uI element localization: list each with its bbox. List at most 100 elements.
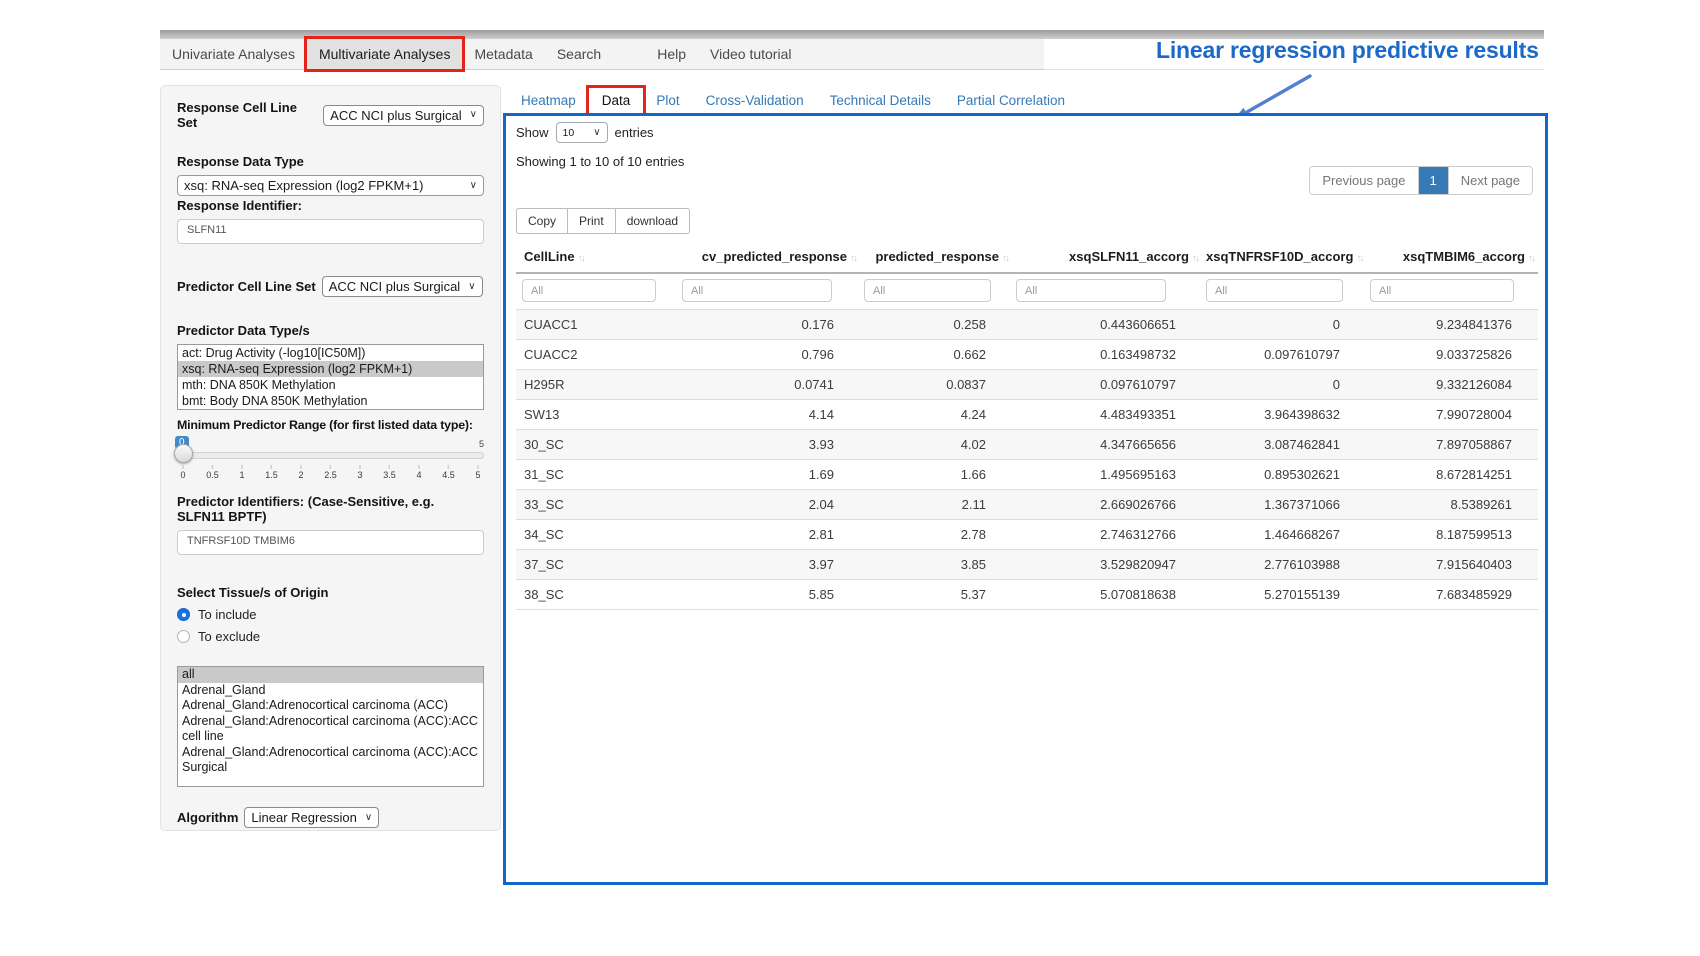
print-button[interactable]: Print [567,208,616,234]
table-cell: 33_SC [516,490,678,520]
table-cell: 0.662 [860,340,1012,370]
slider-tick-label: 0 [180,470,185,480]
radio-include[interactable] [177,608,190,621]
listbox-option[interactable]: Adrenal_Gland [178,683,483,699]
filter-input-xsqtnfrsf10d-accorg[interactable] [1206,279,1343,302]
column-header-label: CellLine [524,249,575,264]
filter-cell [860,273,1012,310]
tab-plot[interactable]: Plot [643,88,692,113]
tissue-listbox[interactable]: allAdrenal_GlandAdrenal_Gland:Adrenocort… [177,666,484,787]
response-data-type-select[interactable]: xsq: RNA-seq Expression (log2 FPKM+1) ∨ [177,175,484,196]
table-cell: 2.04 [678,490,860,520]
slider-handle[interactable] [174,444,193,463]
column-header-predicted-response[interactable]: predicted_response↑↓ [860,242,1012,273]
slider-tick-mark [477,465,478,469]
listbox-option[interactable]: bmt: Body DNA 850K Methylation [178,393,483,409]
listbox-option[interactable]: xsq: RNA-seq Expression (log2 FPKM+1) [178,361,483,377]
top-nav: Univariate AnalysesMultivariate Analyses… [160,39,1044,70]
slider-track [177,452,484,459]
table-cell: 4.24 [860,400,1012,430]
slider-tick: 1.5 [265,465,278,480]
filter-input-xsqslfn11-accorg[interactable] [1016,279,1166,302]
radio-exclude[interactable] [177,630,190,643]
nav-item-help[interactable]: Help [645,39,698,69]
response-cell-line-set-select[interactable]: ACC NCI plus Surgical ∨ [323,105,484,126]
radio-row-exclude[interactable]: To exclude [177,629,484,644]
table-cell: 4.347665656 [1012,430,1202,460]
listbox-option[interactable]: Adrenal_Gland:Adrenocortical carcinoma (… [178,698,483,714]
table-row: CUACC10.1760.2580.44360665109.234841376 [516,310,1538,340]
table-cell: 0.163498732 [1012,340,1202,370]
listbox-option[interactable]: Adrenal_Gland:Adrenocortical carcinoma (… [178,745,483,776]
listbox-option[interactable]: act: Drug Activity (-log10[IC50M]) [178,345,483,361]
export-buttons: Copy Print download [516,208,690,234]
table-cell: 1.464668267 [1202,520,1366,550]
chevron-down-icon: ∨ [470,110,477,120]
predictor-cell-line-set-select[interactable]: ACC NCI plus Surgical ∨ [322,276,483,297]
results-tabs: HeatmapDataPlotCross-ValidationTechnical… [508,87,1078,113]
tab-technical-details[interactable]: Technical Details [817,88,944,113]
column-header-cv-predicted-response[interactable]: cv_predicted_response↑↓ [678,242,860,273]
response-data-type-value: xsq: RNA-seq Expression (log2 FPKM+1) [184,178,424,193]
table-cell: 4.483493351 [1012,400,1202,430]
tab-data[interactable]: Data [589,88,644,113]
table-cell: 1.66 [860,460,1012,490]
page-1-button[interactable]: 1 [1418,167,1448,194]
slider-max-label: 5 [479,439,484,449]
sort-icon[interactable]: ↑↓ [1356,253,1362,264]
nav-item-multivariate-analyses[interactable]: Multivariate Analyses [307,39,463,69]
showing-entries-text: Showing 1 to 10 of 10 entries [516,154,684,169]
table-cell: 34_SC [516,520,678,550]
listbox-option[interactable]: all [178,667,483,683]
column-header-xsqslfn11-accorg[interactable]: xsqSLFN11_accorg↑↓ [1012,242,1202,273]
filter-cell [1366,273,1538,310]
table-cell: 5.270155139 [1202,580,1366,610]
slider-tick-label: 2 [298,470,303,480]
nav-item-univariate-analyses[interactable]: Univariate Analyses [160,39,307,69]
table-cell: 7.990728004 [1366,400,1538,430]
algorithm-row: Algorithm Linear Regression ∨ [177,807,484,828]
show-label: Show [516,125,549,140]
nav-item-metadata[interactable]: Metadata [462,39,544,69]
radio-include-label: To include [198,607,257,622]
filter-input-cv-predicted-response[interactable] [682,279,832,302]
sort-icon[interactable]: ↑↓ [1002,253,1008,264]
nav-item-search[interactable]: Search [545,39,613,69]
filter-input-predicted-response[interactable] [864,279,991,302]
column-header-cellline[interactable]: CellLine↑↓ [516,242,678,273]
response-identifier-value: SLFN11 [187,224,227,236]
sort-icon[interactable]: ↑↓ [1192,253,1198,264]
slider-tick: 3.5 [383,465,396,480]
next-page-button[interactable]: Next page [1448,167,1532,194]
filter-cell [678,273,860,310]
column-header-xsqtmbim6-accorg[interactable]: xsqTMBIM6_accorg↑↓ [1366,242,1538,273]
entries-per-page-select[interactable]: 10 ∨ [556,122,608,143]
copy-button[interactable]: Copy [516,208,568,234]
algorithm-select[interactable]: Linear Regression ∨ [244,807,379,828]
predictor-identifiers-input[interactable]: TNFRSF10D TMBIM6 [177,530,484,555]
tab-partial-correlation[interactable]: Partial Correlation [944,88,1078,113]
table-row: CUACC20.7960.6620.1634987320.0976107979.… [516,340,1538,370]
sort-icon[interactable]: ↑↓ [850,253,856,264]
previous-page-button[interactable]: Previous page [1310,167,1417,194]
sort-icon[interactable]: ↑↓ [1528,253,1534,264]
filter-input-cellline[interactable] [522,279,656,302]
radio-row-include[interactable]: To include [177,607,484,622]
table-cell: 0 [1202,310,1366,340]
predictor-data-types-listbox[interactable]: act: Drug Activity (-log10[IC50M])xsq: R… [177,344,484,410]
slider-tick: 4.5 [442,465,455,480]
predictor-identifiers-value: TNFRSF10D TMBIM6 [187,535,295,547]
nav-item-video-tutorial[interactable]: Video tutorial [698,39,803,69]
listbox-option[interactable]: Adrenal_Gland:Adrenocortical carcinoma (… [178,714,483,745]
download-button[interactable]: download [615,208,690,234]
tab-cross-validation[interactable]: Cross-Validation [693,88,817,113]
filter-input-xsqtmbim6-accorg[interactable] [1370,279,1514,302]
sort-icon[interactable]: ↑↓ [578,253,584,264]
tab-heatmap[interactable]: Heatmap [508,88,589,113]
table-cell: 4.14 [678,400,860,430]
listbox-option[interactable]: mth: DNA 850K Methylation [178,377,483,393]
column-header-xsqtnfrsf10d-accorg[interactable]: xsqTNFRSF10D_accorg↑↓ [1202,242,1366,273]
table-cell: 1.367371066 [1202,490,1366,520]
slider-tick: 2.5 [324,465,337,480]
response-identifier-input[interactable]: SLFN11 [177,219,484,244]
